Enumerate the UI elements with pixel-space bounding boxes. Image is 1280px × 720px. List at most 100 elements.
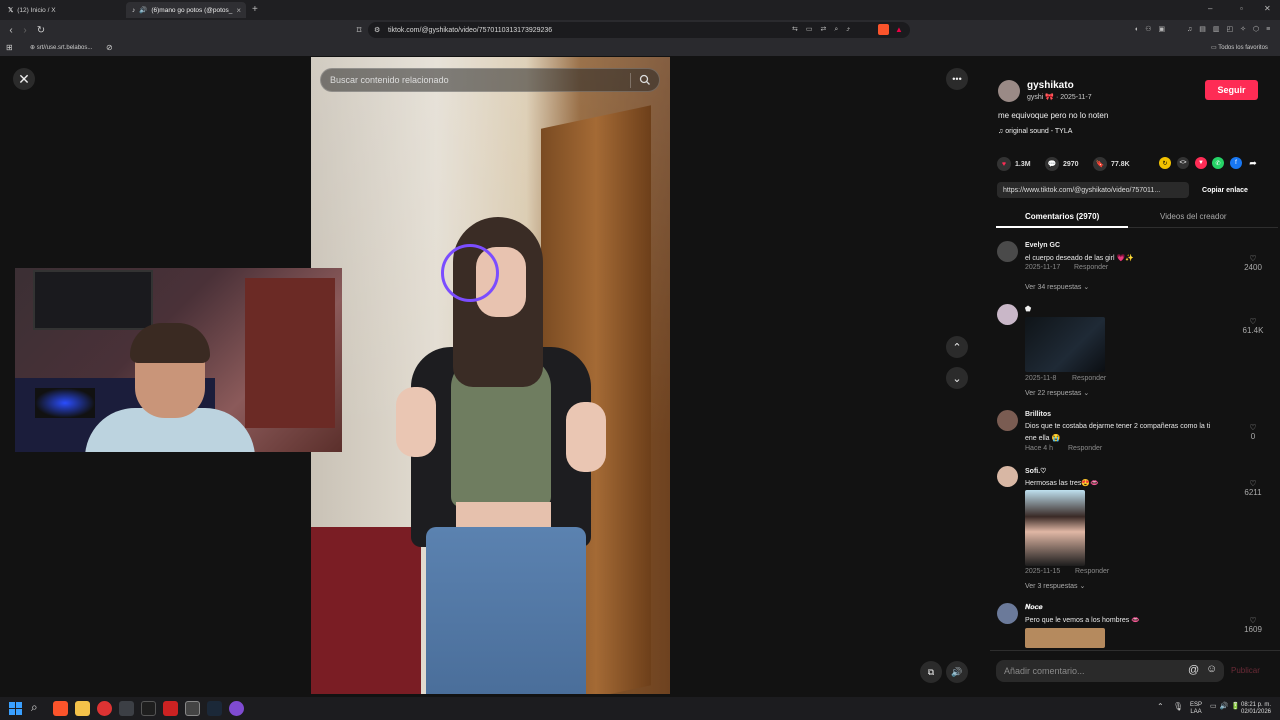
search-icon[interactable] (639, 74, 651, 86)
reply-button[interactable]: Responder (1068, 445, 1102, 452)
add-comment-input[interactable]: Añadir comentario... @ ☺ (996, 660, 1224, 682)
comment-author[interactable]: Evelyn GC (1025, 242, 1060, 249)
comment-avatar[interactable] (997, 603, 1018, 624)
post-comment-button[interactable]: Publicar (1231, 666, 1260, 675)
app-taskbar-icon[interactable] (163, 701, 178, 716)
reply-button[interactable]: Responder (1074, 264, 1108, 271)
close-video-button[interactable]: ✕ (13, 68, 35, 90)
comment-like[interactable]: ♡ 1609 (1238, 616, 1268, 634)
tab-x-home[interactable]: 𝕏 (12) Inicio / X (2, 2, 122, 18)
brave-shield-icon[interactable] (878, 24, 889, 35)
more-options-button[interactable]: ••• (946, 68, 968, 90)
comment-avatar[interactable] (997, 241, 1018, 262)
comment-date: 2025-11-15 (1025, 568, 1061, 575)
heart-outline-icon: ♡ (1249, 423, 1257, 432)
emoji-icon[interactable]: ☺ (1206, 663, 1217, 675)
volume-button[interactable]: 🔊 (946, 661, 968, 683)
close-window-icon[interactable]: ✕ (1264, 4, 1271, 13)
brave-taskbar-icon[interactable] (53, 701, 68, 716)
reload-icon[interactable]: ↻ (34, 22, 48, 38)
comment-date: Hace 4 h (1025, 445, 1054, 452)
terminal-taskbar-icon[interactable] (141, 701, 156, 716)
comment-author[interactable]: Brillitos (1025, 411, 1051, 418)
comment-like[interactable]: ♡ 61.4K (1238, 317, 1268, 335)
maximize-icon[interactable]: ▫ (1240, 4, 1243, 13)
whatsapp-icon[interactable]: ✆ (1212, 157, 1224, 169)
comment-text: Pero que le vemos a los hombres 👄 (1025, 617, 1140, 624)
save-stat[interactable]: 🔖 77.8K (1093, 157, 1130, 171)
minimize-icon[interactable]: – (1208, 4, 1212, 13)
bookmark-icon[interactable]: ⌑ (352, 22, 366, 38)
comment-like[interactable]: ♡ 0 (1238, 423, 1268, 441)
view-replies-button[interactable]: Ver 34 respuestas ⌄ (1025, 283, 1089, 291)
sound-link[interactable]: ♫ original sound - TYLA (998, 128, 1072, 135)
tray-chevron-icon[interactable]: ⌃ (1157, 702, 1164, 711)
address-bar-actions-icon[interactable]: ⇆▭⇄⌕⤴ (792, 25, 858, 34)
brave-rewards-icon[interactable]: ▲ (895, 25, 903, 34)
comment-avatar[interactable] (997, 466, 1018, 487)
extensions-icons[interactable]: ◖⚇▣ (1134, 25, 1172, 33)
steam-taskbar-icon[interactable] (207, 701, 222, 716)
reply-button[interactable]: Responder (1072, 375, 1106, 382)
app-taskbar-icon[interactable] (119, 701, 134, 716)
close-tab-icon[interactable]: × (236, 6, 241, 15)
back-icon[interactable]: ‹ (4, 22, 18, 38)
tab-comments[interactable]: Comentarios (2970) (1025, 212, 1099, 221)
forward-icon[interactable]: › (18, 22, 32, 38)
obs-taskbar-icon[interactable] (185, 701, 200, 716)
view-replies-button[interactable]: Ver 3 respuestas ⌄ (1025, 582, 1085, 590)
facebook-icon[interactable]: f (1230, 157, 1242, 169)
share-arrow-icon[interactable]: ➦ (1247, 157, 1259, 169)
comment-stat[interactable]: 💬 2970 (1045, 157, 1079, 171)
app-taskbar-icon[interactable] (229, 701, 244, 716)
comment-avatar[interactable] (997, 410, 1018, 431)
explorer-taskbar-icon[interactable] (75, 701, 90, 716)
apps-grid-icon[interactable]: ⊞ (6, 43, 13, 52)
reply-button[interactable]: Responder (1075, 568, 1109, 575)
comment-author[interactable]: 𝑵𝒐𝒄𝒆 (1025, 604, 1043, 612)
creator-meta: gyshi 🎀 · 2025-11-7 (1027, 94, 1092, 101)
toolbar-icons[interactable]: ♫▤▥◰✧⬡≡ (1187, 25, 1277, 33)
active-tab-indicator (996, 226, 1128, 228)
bookmark-item[interactable]: ⊕ srt//use.srt.belabos... (30, 44, 92, 51)
mention-icon[interactable]: @ (1188, 664, 1199, 676)
related-search-input[interactable]: Buscar contenido relacionado (320, 68, 660, 92)
chevron-down-icon: ⌄ (1083, 284, 1090, 291)
tab-creator-videos[interactable]: Videos del creador (1160, 212, 1227, 221)
creator-username[interactable]: gyshikato (1027, 80, 1074, 91)
creator-avatar[interactable] (998, 80, 1020, 102)
new-tab-icon[interactable]: + (252, 4, 258, 15)
embed-icon[interactable]: <> (1177, 157, 1189, 169)
view-replies-button[interactable]: Ver 22 respuestas ⌄ (1025, 389, 1089, 397)
comment-avatar[interactable] (997, 304, 1018, 325)
comment-author[interactable]: Sofi.♡ (1025, 467, 1046, 475)
comment-author[interactable]: ⬟ (1025, 305, 1031, 313)
next-video-button[interactable]: ⌄ (946, 367, 968, 389)
copy-link-button[interactable]: Copiar enlace (1192, 182, 1258, 198)
follow-button[interactable]: Seguir (1205, 80, 1258, 100)
clock[interactable]: 08:21 p. m. 02/01/2026 (1236, 702, 1276, 716)
heart-outline-icon: ♡ (1249, 479, 1257, 488)
previous-video-button[interactable]: ⌃ (946, 336, 968, 358)
search-icon[interactable]: ⌕ (31, 700, 38, 715)
share-link-field[interactable]: https://www.tiktok.com/@gyshikato/video/… (997, 182, 1189, 198)
heart-outline-icon: ♡ (1249, 254, 1257, 263)
repost-icon[interactable]: ↻ (1159, 157, 1171, 169)
chevron-up-icon: ⌃ (952, 341, 962, 354)
comment-image[interactable] (1025, 317, 1105, 372)
send-icon[interactable]: ▼ (1195, 157, 1207, 169)
comment-image[interactable] (1025, 628, 1105, 648)
comment-image[interactable] (1025, 490, 1085, 566)
comment-like[interactable]: ♡ 2400 (1238, 254, 1268, 272)
bookmarks-bar: ⊞ ⊕ srt//use.srt.belabos... ⊘ ▭ Todos lo… (0, 40, 1280, 56)
app-taskbar-icon[interactable] (97, 701, 112, 716)
all-favorites[interactable]: ▭ Todos los favoritos (1211, 44, 1268, 51)
microphone-icon[interactable]: 🎙 (1173, 702, 1183, 711)
tab-tiktok[interactable]: ♪ 🔊 (6)mano go potos (@potos_ × (126, 2, 246, 18)
pip-button[interactable]: ⧉ (920, 661, 942, 683)
like-stat[interactable]: ♥ 1.3M (997, 157, 1031, 171)
video-player[interactable] (311, 57, 670, 694)
language-indicator[interactable]: ESP LAA (1186, 702, 1206, 716)
start-icon[interactable] (9, 702, 22, 715)
comment-like[interactable]: ♡ 6211 (1238, 479, 1268, 497)
